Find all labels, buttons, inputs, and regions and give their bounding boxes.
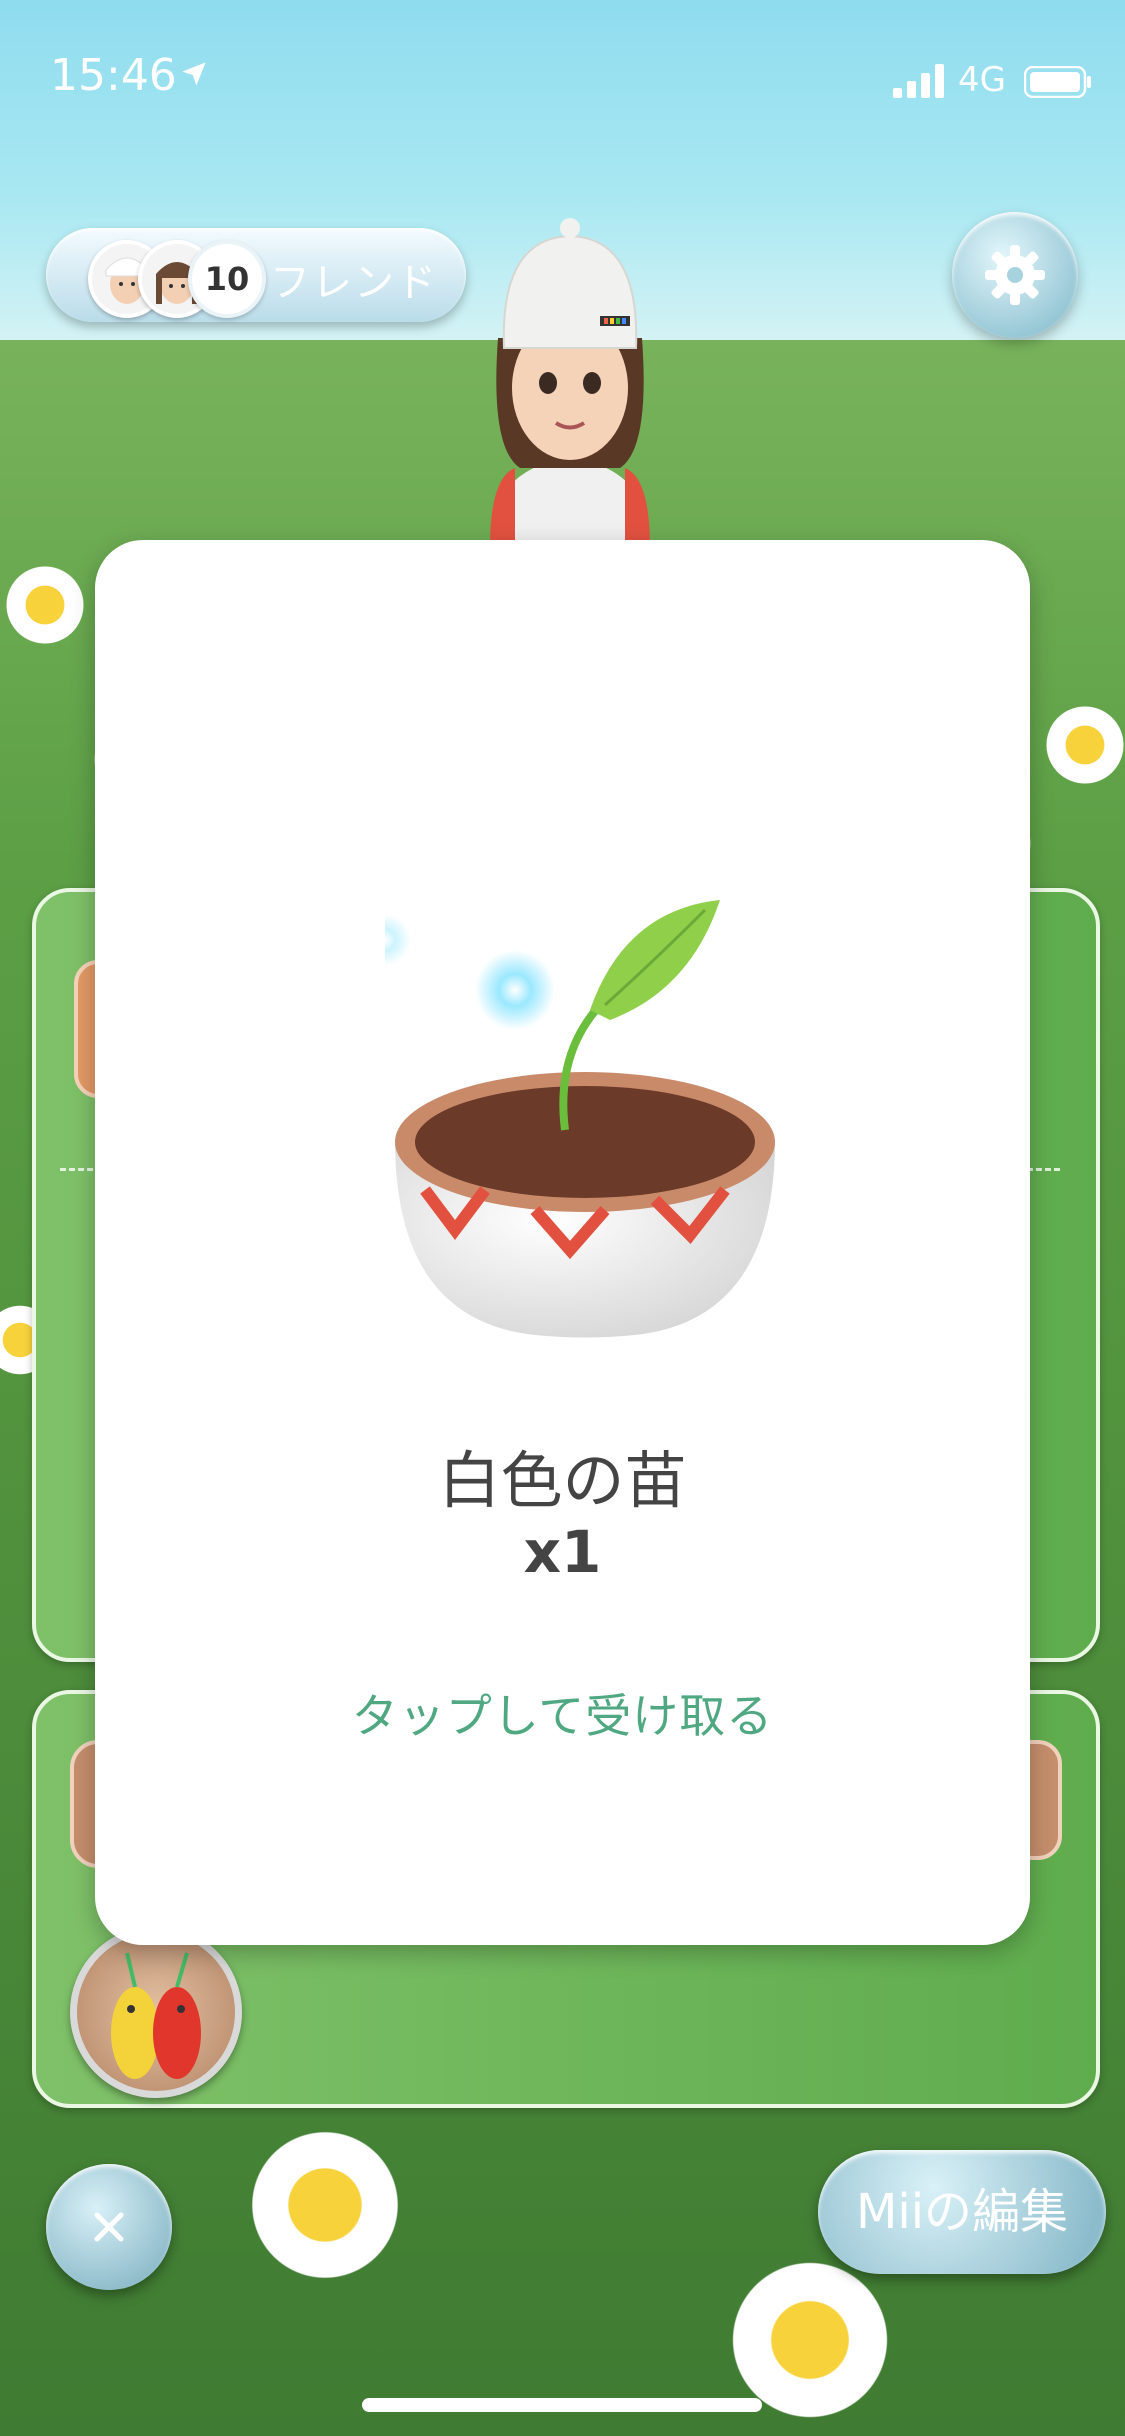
network-type: 4G: [958, 60, 1006, 100]
status-time: 15:46: [50, 50, 177, 101]
flower-decoration: [240, 2120, 410, 2290]
close-button[interactable]: [46, 2164, 172, 2290]
status-bar: 15:46 4G: [0, 0, 1125, 160]
signal-bars-icon: [893, 64, 944, 98]
friend-count-badge: 10: [188, 240, 266, 318]
flower-decoration: [0, 560, 90, 650]
reward-modal[interactable]: 白色の苗 x1 タップして受け取る: [95, 540, 1030, 1945]
location-arrow-icon: [182, 62, 206, 86]
seedling-pot-image: [385, 900, 775, 1338]
item-name: 白色の苗: [438, 1444, 687, 1517]
close-icon: [94, 2212, 124, 2242]
gear-icon: [985, 245, 1045, 305]
edit-mii-button[interactable]: Miiの編集: [818, 2150, 1106, 2274]
tap-to-receive-hint[interactable]: タップして受け取る: [95, 1680, 1030, 1746]
settings-button[interactable]: [952, 212, 1078, 338]
friends-label: フレンド: [270, 260, 438, 306]
pikmin-avatar[interactable]: [70, 1926, 242, 2098]
mii-character: [490, 218, 650, 548]
flower-decoration: [1040, 700, 1125, 790]
pikmin-icon: [111, 1952, 201, 2079]
friends-button[interactable]: 10 フレンド: [46, 228, 466, 322]
battery-icon: [1024, 66, 1091, 98]
home-indicator[interactable]: [362, 2398, 762, 2412]
item-quantity: x1: [523, 1518, 602, 1586]
